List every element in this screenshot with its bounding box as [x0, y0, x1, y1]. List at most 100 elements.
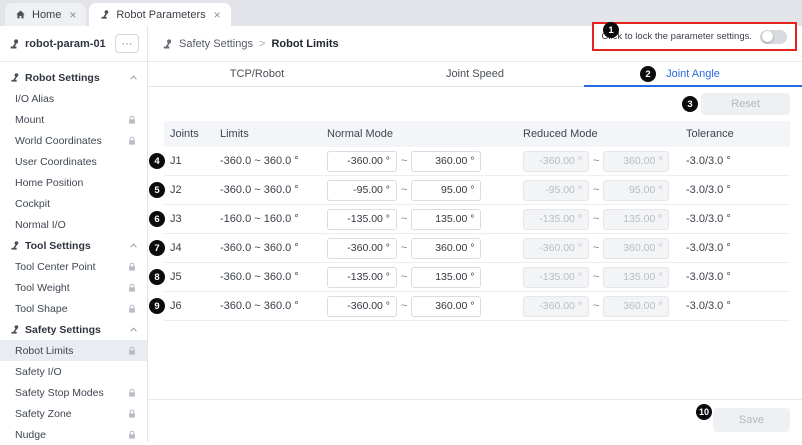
sidebar-item-label: User Coordinates: [15, 156, 137, 168]
sidebar-item-label: Robot Limits: [15, 345, 127, 357]
sidebar-section-robot-settings[interactable]: Robot Settings: [0, 67, 147, 88]
lock-icon: [127, 346, 137, 356]
joint-label: J3: [164, 213, 216, 225]
joint-row-j6: J6-360.0 ~ 360.0 °~~-3.0/3.0 °: [164, 292, 790, 321]
column-header-normal-mode: Normal Mode: [323, 128, 519, 140]
range-separator: ~: [401, 155, 407, 167]
annotation-step-7: 7: [149, 240, 165, 256]
lock-toggle[interactable]: [760, 30, 787, 44]
reset-button[interactable]: Reset: [701, 93, 790, 115]
reduced-mode-cell: ~: [519, 296, 682, 317]
chevron-up-icon: [129, 73, 138, 82]
sidebar-item-mount[interactable]: Mount: [0, 109, 147, 130]
window-tab-home[interactable]: Home ×: [5, 3, 86, 26]
normal-min-input[interactable]: [327, 267, 397, 288]
annotation-step-6: 6: [149, 211, 165, 227]
annotation-step-1: 1: [603, 22, 619, 38]
joint-limits: -360.0 ~ 360.0 °: [216, 271, 323, 283]
sidebar: robot-param-01 ⋯ Robot SettingsI/O Alias…: [0, 26, 148, 442]
joint-label: J2: [164, 184, 216, 196]
sidebar-item-label: Nudge: [15, 429, 127, 441]
sidebar-section-label: Robot Settings: [25, 72, 124, 84]
sidebar-item-home-position[interactable]: Home Position: [0, 172, 147, 193]
sidebar-item-i-o-alias[interactable]: I/O Alias: [0, 88, 147, 109]
toggle-knob: [762, 31, 773, 42]
sidebar-item-label: Tool Shape: [15, 303, 127, 315]
main-panel: Safety Settings > Robot Limits TCP/Robot…: [148, 26, 802, 442]
tab-tcp-robot[interactable]: TCP/Robot: [148, 62, 366, 86]
tab-joint-angle[interactable]: Joint Angle: [584, 62, 802, 86]
sidebar-item-cockpit[interactable]: Cockpit: [0, 193, 147, 214]
reduced-max-input: [603, 180, 669, 201]
annotation-step-4: 4: [149, 153, 165, 169]
more-options-button[interactable]: ⋯: [115, 34, 139, 53]
range-separator: ~: [593, 155, 599, 167]
sidebar-item-label: Safety Stop Modes: [15, 387, 127, 399]
robot-icon: [9, 240, 20, 251]
normal-min-input[interactable]: [327, 151, 397, 172]
sidebar-item-safety-stop-modes[interactable]: Safety Stop Modes: [0, 382, 147, 403]
sidebar-item-user-coordinates[interactable]: User Coordinates: [0, 151, 147, 172]
normal-max-input[interactable]: [411, 238, 481, 259]
sidebar-item-label: Home Position: [15, 177, 137, 189]
sidebar-section-safety-settings[interactable]: Safety Settings: [0, 319, 147, 340]
normal-min-input[interactable]: [327, 180, 397, 201]
window-tab-label: Robot Parameters: [116, 9, 205, 21]
tab-label: Joint Speed: [446, 68, 504, 80]
normal-max-input[interactable]: [411, 209, 481, 230]
close-icon[interactable]: ×: [69, 9, 76, 21]
normal-mode-cell: ~: [323, 238, 519, 259]
breadcrumb-separator: >: [259, 38, 265, 50]
table-body: J1-360.0 ~ 360.0 °~~-3.0/3.0 °J2-360.0 ~…: [164, 147, 790, 321]
joint-limits: -360.0 ~ 360.0 °: [216, 242, 323, 254]
reduced-min-input: [523, 238, 589, 259]
breadcrumb-section: Safety Settings: [179, 38, 253, 50]
sidebar-item-normal-i-o[interactable]: Normal I/O: [0, 214, 147, 235]
range-separator: ~: [401, 271, 407, 283]
sidebar-item-robot-limits[interactable]: Robot Limits: [0, 340, 147, 361]
lock-icon: [127, 409, 137, 419]
column-header-joints: Joints: [164, 128, 216, 140]
normal-max-input[interactable]: [411, 180, 481, 201]
normal-max-input[interactable]: [411, 267, 481, 288]
sidebar-item-label: Tool Weight: [15, 282, 127, 294]
sidebar-section-tool-settings[interactable]: Tool Settings: [0, 235, 147, 256]
joint-tolerance: -3.0/3.0 °: [682, 213, 790, 225]
normal-max-input[interactable]: [411, 151, 481, 172]
reduced-mode-cell: ~: [519, 209, 682, 230]
tab-label: TCP/Robot: [230, 68, 284, 80]
lock-icon: [127, 136, 137, 146]
normal-max-input[interactable]: [411, 296, 481, 317]
sidebar-item-label: Mount: [15, 114, 127, 126]
sidebar-item-tool-shape[interactable]: Tool Shape: [0, 298, 147, 319]
joint-row-j1: J1-360.0 ~ 360.0 °~~-3.0/3.0 °: [164, 147, 790, 176]
joint-limits: -360.0 ~ 360.0 °: [216, 300, 323, 312]
sidebar-item-world-coordinates[interactable]: World Coordinates: [0, 130, 147, 151]
normal-min-input[interactable]: [327, 238, 397, 259]
column-header-limits: Limits: [216, 128, 323, 140]
joint-limits: -360.0 ~ 360.0 °: [216, 155, 323, 167]
normal-min-input[interactable]: [327, 209, 397, 230]
reduced-min-input: [523, 296, 589, 317]
sidebar-item-label: Safety I/O: [15, 366, 137, 378]
joint-limits-table: Joints Limits Normal Mode Reduced Mode T…: [164, 121, 790, 321]
normal-mode-cell: ~: [323, 151, 519, 172]
save-button[interactable]: Save: [713, 408, 790, 432]
sidebar-item-tool-weight[interactable]: Tool Weight: [0, 277, 147, 298]
sidebar-item-safety-i-o[interactable]: Safety I/O: [0, 361, 147, 382]
joint-tolerance: -3.0/3.0 °: [682, 184, 790, 196]
annotation-step-10: 10: [696, 404, 712, 420]
normal-min-input[interactable]: [327, 296, 397, 317]
normal-mode-cell: ~: [323, 267, 519, 288]
window-tab-robot-parameters[interactable]: Robot Parameters ×: [89, 3, 230, 26]
sidebar-item-safety-zone[interactable]: Safety Zone: [0, 403, 147, 424]
joint-row-j3: J3-160.0 ~ 160.0 °~~-3.0/3.0 °: [164, 205, 790, 234]
table-header-row: Joints Limits Normal Mode Reduced Mode T…: [164, 121, 790, 147]
reduced-mode-cell: ~: [519, 267, 682, 288]
tab-label: Joint Angle: [666, 68, 720, 80]
sidebar-item-tool-center-point[interactable]: Tool Center Point: [0, 256, 147, 277]
lock-icon: [127, 388, 137, 398]
close-icon[interactable]: ×: [214, 9, 221, 21]
tab-joint-speed[interactable]: Joint Speed: [366, 62, 584, 86]
breadcrumb-page: Robot Limits: [271, 38, 338, 50]
